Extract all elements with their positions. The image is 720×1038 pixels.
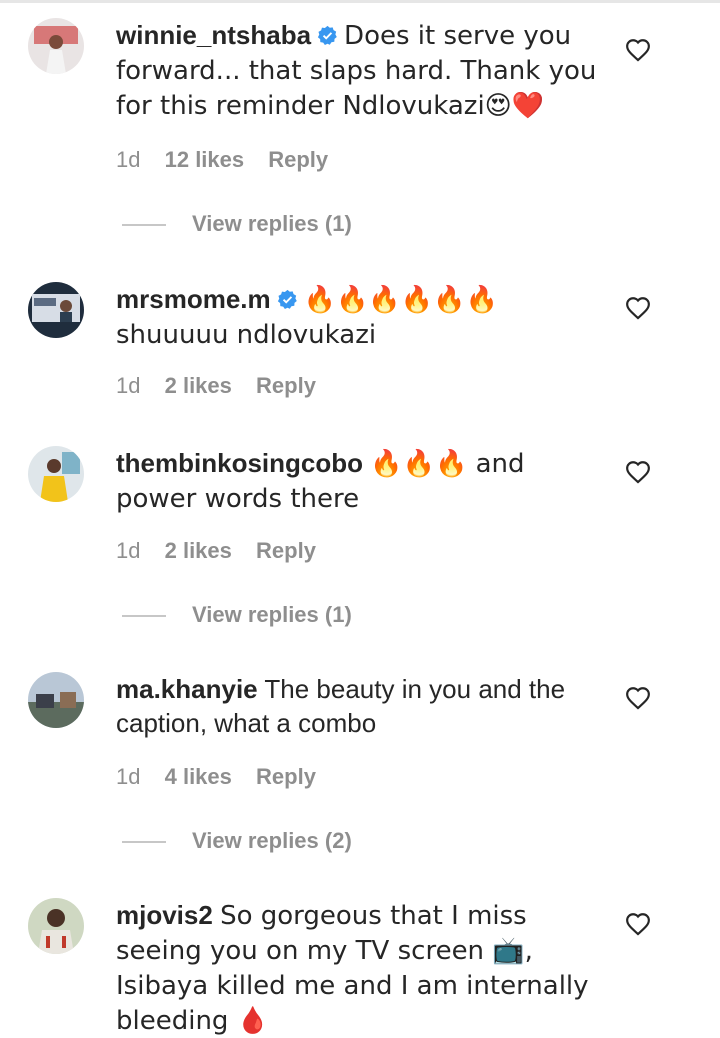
comment-text: mjovis2 So gorgeous that I miss seeing y… [116,898,601,1038]
comment-meta: 1d 2 likes Reply [116,536,334,566]
comment-likes[interactable]: 4 likes [165,764,232,789]
view-replies-button[interactable]: View replies (1) [122,209,352,239]
comment-text: thembinkosingcobo 🔥🔥🔥 and power words th… [116,446,601,516]
comment-username[interactable]: winnie_ntshaba [116,20,311,50]
view-replies-button[interactable]: View replies (2) [122,826,352,856]
comment-username[interactable]: thembinkosingcobo [116,448,363,478]
comment-text: mrsmome.m 🔥🔥🔥🔥🔥🔥 shuuuuu ndlovukazi [116,282,601,352]
comment-likes[interactable]: 12 likes [165,147,245,172]
replies-divider [122,615,166,618]
reply-button[interactable]: Reply [268,147,328,172]
replies-divider [122,841,166,844]
view-replies-label: View replies (2) [192,828,352,853]
avatar[interactable] [28,898,84,954]
avatar[interactable] [28,446,84,502]
view-replies-label: View replies (1) [192,211,352,236]
top-divider [0,0,720,3]
comment-meta: 1d 12 likes Reply [116,145,346,175]
comment-username[interactable]: mjovis2 [116,900,213,930]
avatar[interactable] [28,282,84,338]
verified-badge-icon [277,284,298,310]
reply-button[interactable]: Reply [256,373,316,398]
comment-time: 1d [116,538,141,563]
comment-text: winnie_ntshaba Does it serve you forward.… [116,18,601,123]
comment-text: ma.khanyie The beauty in you and the cap… [116,672,601,740]
replies-divider [122,224,166,227]
heart-outline-icon[interactable] [625,38,651,62]
view-replies-label: View replies (1) [192,602,352,627]
avatar[interactable] [28,18,84,74]
heart-outline-icon[interactable] [625,912,651,936]
reply-button[interactable]: Reply [256,538,316,563]
reply-button[interactable]: Reply [256,764,316,789]
comment-username[interactable]: ma.khanyie [116,674,258,704]
comment-likes[interactable]: 2 likes [165,538,232,563]
comment-time: 1d [116,764,141,789]
view-replies-button[interactable]: View replies (1) [122,600,352,630]
heart-outline-icon[interactable] [625,296,651,320]
heart-outline-icon[interactable] [625,686,651,710]
verified-badge-icon [317,20,338,46]
comment-username[interactable]: mrsmome.m [116,284,271,314]
heart-outline-icon[interactable] [625,460,651,484]
comment-meta: 1d 4 likes Reply [116,762,334,792]
comment-likes[interactable]: 2 likes [165,373,232,398]
comment-meta: 1d 2 likes Reply [116,371,334,401]
comment-time: 1d [116,147,141,172]
comment-time: 1d [116,373,141,398]
avatar[interactable] [28,672,84,728]
